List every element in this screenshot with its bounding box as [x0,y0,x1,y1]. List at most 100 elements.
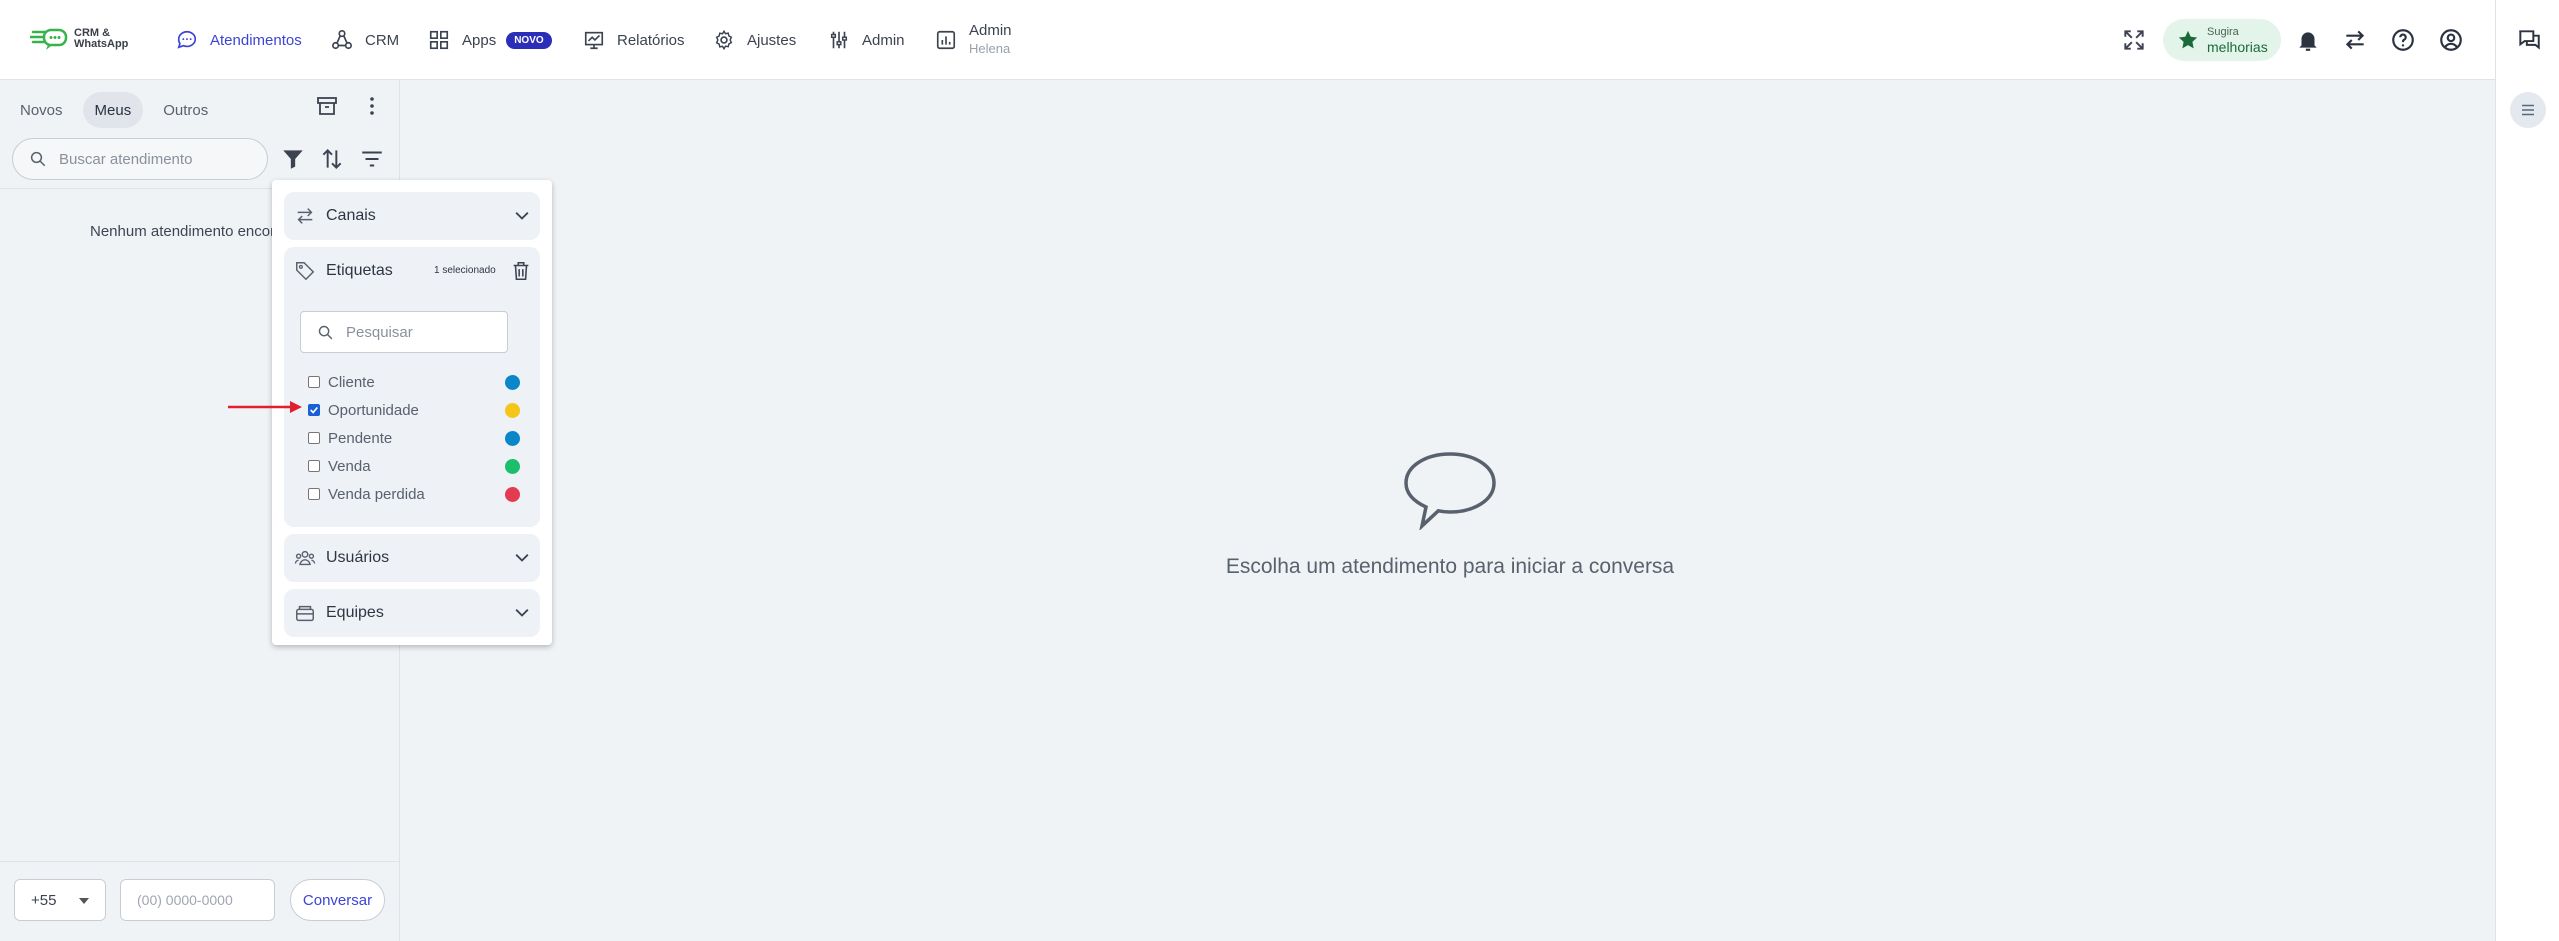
nav-crm[interactable]: CRM [331,22,399,58]
nav-relatorios[interactable]: Relatórios [583,22,685,58]
tag-icon [296,262,315,281]
tag-search[interactable] [300,311,508,353]
start-conversation-button[interactable]: Conversar [290,879,385,921]
nav-crm-label: CRM [365,31,400,49]
tag-option[interactable]: Pendente [308,428,520,448]
logo-text: CRM & WhatsApp [74,27,129,50]
filter-section-canais[interactable]: Canais [284,192,540,240]
users-group-icon [294,550,316,566]
chevron-down-icon [515,554,529,562]
bar-chart-icon [936,30,956,50]
tag-label: Pendente [328,429,393,447]
nav-admin[interactable]: Admin [828,22,905,58]
tag-color-dot [505,375,520,390]
tag-checkbox[interactable] [308,432,320,444]
fullscreen-icon[interactable] [2121,27,2147,53]
phone-number-input[interactable] [120,879,275,921]
sort-icon[interactable] [319,146,345,172]
tag-checkbox[interactable] [308,460,320,472]
filter-lines-icon[interactable] [359,146,385,172]
nav-apps[interactable]: Apps NOVO [428,22,552,58]
tag-label: Venda perdida [328,485,425,503]
swap-arrows-icon[interactable] [2342,27,2368,53]
tag-color-dot [505,487,520,502]
tag-color-dot [505,403,520,418]
nav-ajustes[interactable]: Ajustes [713,22,796,58]
top-navigation-bar: CRM & WhatsApp Atendimentos CRM Apps NOV… [0,0,2495,80]
whatsapp-crm-logo-icon [28,26,68,52]
tag-color-dot [505,431,520,446]
no-conversations-message: Nenhum atendimento encontrado [90,223,274,240]
app-logo[interactable]: CRM & WhatsApp [28,26,136,52]
conversation-search-input[interactable] [59,150,249,168]
etiquetas-label: Etiquetas [326,262,393,279]
chevron-down-icon [515,212,529,220]
tag-label: Venda [328,457,371,475]
apps-grid-icon [429,30,449,50]
user-profile-icon[interactable] [2438,27,2464,53]
help-icon[interactable] [2390,27,2416,53]
tab-outros[interactable]: Outros [151,92,220,128]
tag-option[interactable]: Oportunidade [308,400,520,420]
nav-atendimentos-label: Atendimentos [210,31,302,49]
suggest-improvements-button[interactable]: Sugira melhorias [2163,19,2281,61]
conversations-icon[interactable] [2516,27,2542,53]
filter-section-etiquetas: Etiquetas 1 selecionado Cliente Oportuni… [284,247,540,527]
more-options-icon[interactable] [360,94,384,118]
annotation-arrow-icon [228,401,302,413]
bell-icon[interactable] [2295,27,2321,53]
archive-icon[interactable] [315,94,339,118]
tag-label: Cliente [328,373,375,391]
tag-label: Oportunidade [328,401,419,419]
tag-option[interactable]: Cliente [308,372,520,392]
menu-lines-icon [2522,104,2534,116]
nav-apps-label: Apps [462,31,497,49]
search-icon [318,325,333,339]
tag-checkbox[interactable] [308,404,320,416]
suggest-line1: Sugira [2207,26,2239,38]
account-switcher[interactable]: Admin Helena [935,22,1012,58]
chevron-down-icon [79,898,89,904]
sliders-icon [830,31,848,49]
speech-bubble-icon [1404,452,1496,532]
new-conversation-bar: +55 Conversar [0,861,400,941]
country-code-value: +55 [31,891,57,909]
conversation-search[interactable] [12,138,268,180]
tag-option[interactable]: Venda [308,456,520,476]
nav-ajustes-label: Ajustes [747,31,797,49]
trash-icon[interactable] [510,259,532,283]
new-badge: NOVO [506,31,552,49]
swap-arrows-icon [297,208,313,224]
chevron-down-icon [515,609,529,617]
rail-menu-button[interactable] [2510,92,2546,128]
tab-novos[interactable]: Novos [8,92,75,128]
filter-section-usuarios[interactable]: Usuários [284,534,540,582]
tag-search-input[interactable] [346,323,496,341]
usuarios-label: Usuários [326,549,390,566]
account-user: Helena [969,41,1011,56]
selected-count: 1 selecionado [434,265,496,276]
nav-relatorios-label: Relatórios [617,31,685,49]
etiquetas-header[interactable]: Etiquetas [294,247,393,295]
suggest-line2: melhorias [2207,39,2268,55]
checkmark-icon [310,406,318,414]
account-name: Admin [969,22,1012,39]
nav-admin-label: Admin [862,31,905,49]
equipes-label: Equipes [326,604,384,621]
search-icon [30,151,46,167]
filter-dropdown: Canais Etiquetas 1 selecionado Cliente O… [272,180,552,645]
empty-conversation-state: Escolha um atendimento para iniciar a co… [1225,450,1675,579]
filter-funnel-icon[interactable] [280,146,306,172]
tag-option[interactable]: Venda perdida [308,484,520,504]
tag-checkbox[interactable] [308,488,320,500]
tag-color-dot [505,459,520,474]
canais-label: Canais [326,207,376,224]
tab-meus[interactable]: Meus [82,92,144,128]
filter-section-equipes[interactable]: Equipes [284,589,540,637]
country-code-select[interactable]: +55 [14,879,106,921]
gear-icon [715,29,733,51]
tag-checkbox[interactable] [308,376,320,388]
star-icon [2178,30,2198,49]
chart-board-icon [584,31,604,50]
nav-atendimentos[interactable]: Atendimentos [176,22,302,58]
